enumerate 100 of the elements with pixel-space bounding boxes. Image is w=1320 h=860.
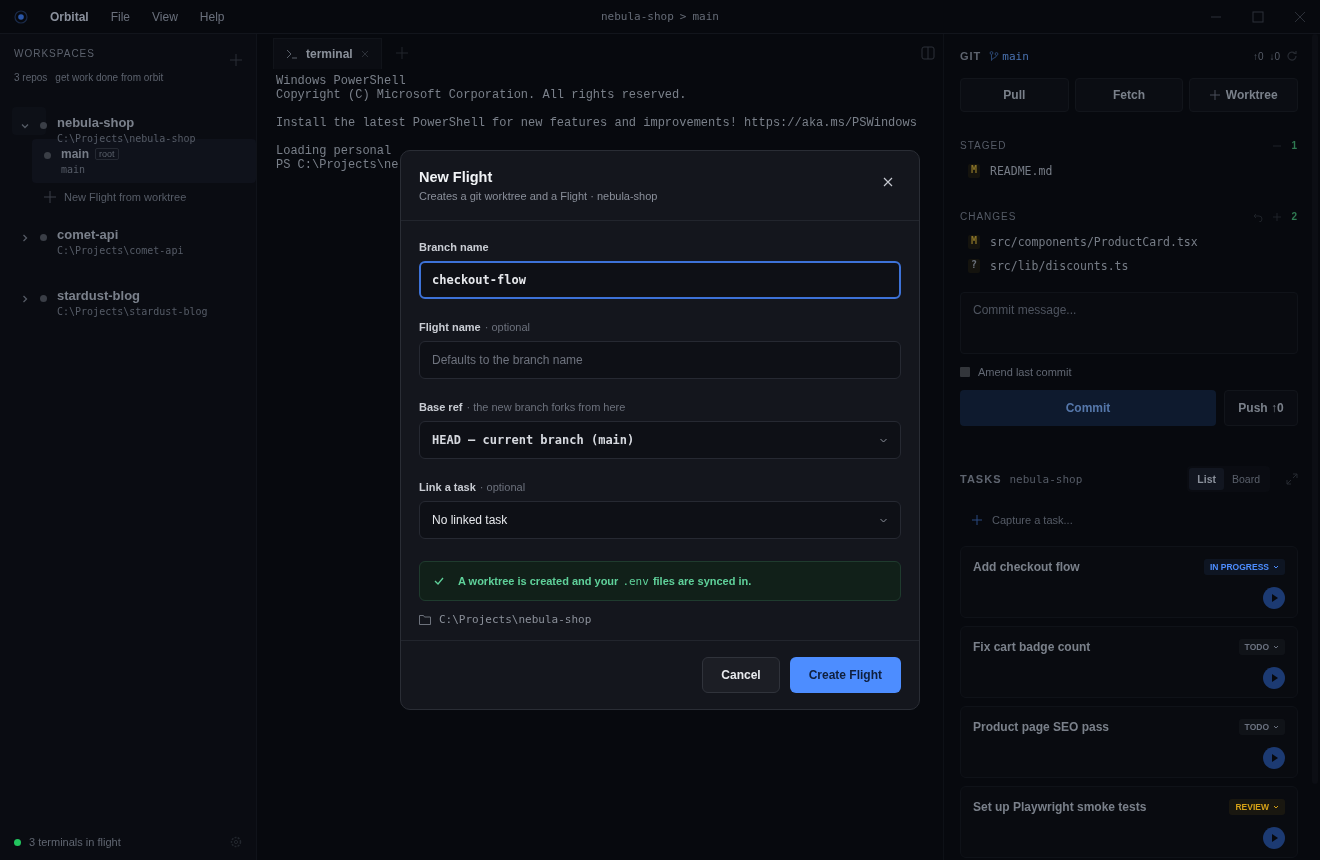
status-badge[interactable]: IN PROGRESS: [1203, 559, 1285, 575]
section-heading: GIT: [960, 50, 982, 62]
ahead-count: ↑0: [1252, 50, 1264, 62]
task-card[interactable]: Add checkout flow IN PROGRESS: [960, 546, 1298, 618]
branch-name: main: [692, 10, 719, 23]
field-hint: · optional: [484, 321, 530, 333]
menu-item[interactable]: View: [152, 9, 178, 24]
terminal-icon: [286, 48, 298, 59]
status-dot-icon: [40, 295, 47, 302]
dropdown[interactable]: HEAD — current branch (main): [419, 421, 901, 459]
cancel-button[interactable]: Cancel: [702, 657, 780, 693]
split-view-icon[interactable]: [921, 46, 935, 60]
dialog-title: New Flight: [419, 169, 494, 185]
terminal-line: Windows PowerShell: [276, 74, 407, 88]
dropdown[interactable]: No linked task: [419, 501, 901, 539]
section-heading: WORKSPACES: [14, 48, 95, 61]
repo-count: 3 repos: [14, 72, 48, 83]
plus-icon[interactable]: [230, 54, 242, 66]
breadcrumb-separator: >: [679, 10, 687, 23]
dialog-subtitle: Creates a git worktree and a Flight · nebula-shop: [419, 190, 658, 202]
maximize-icon[interactable]: [1252, 10, 1264, 23]
menu-item[interactable]: File: [110, 9, 130, 24]
changed-file[interactable]: M README.md: [960, 159, 1298, 183]
chevron-right-icon[interactable]: [20, 233, 30, 243]
behind-count: ↓0: [1269, 50, 1280, 62]
chevron-right-icon[interactable]: [20, 294, 30, 304]
new-flight-link[interactable]: New Flight from worktree: [64, 191, 187, 203]
status-dot-icon: [40, 122, 47, 129]
terminal-line: Install the latest PowerShell for new features and improvements! https://aka.ms/PSWindows: [276, 116, 918, 130]
workspace-name[interactable]: nebula-shop: [57, 115, 196, 130]
tagline: get work done from orbit: [55, 72, 164, 83]
play-icon[interactable]: [1263, 587, 1285, 609]
terminal-line: Copyright (C) Microsoft Corporation. All rights reserved.: [276, 88, 688, 102]
field-label: Flight name: [419, 321, 481, 333]
section-heading: STAGED: [960, 140, 1007, 151]
menu-item[interactable]: Help: [199, 9, 225, 24]
plus-icon: [1209, 90, 1220, 100]
repo-name: nebula-shop: [601, 10, 674, 23]
plus-icon[interactable]: [972, 515, 982, 525]
terminal-tab[interactable]: terminal: [273, 37, 382, 69]
chevron-down-icon[interactable]: [20, 121, 30, 131]
workspace-path: C:\Projects\comet-api: [57, 245, 184, 256]
commit-message-field[interactable]: Commit message...: [960, 292, 1298, 354]
git-action-button[interactable]: Pull: [960, 78, 1069, 112]
settings-icon[interactable]: [230, 836, 242, 848]
git-action-button[interactable]: Fetch: [1074, 78, 1184, 112]
section-heading: CHANGES: [960, 211, 1017, 222]
text-field[interactable]: Defaults to the branch name: [419, 341, 901, 379]
field-label: Link a task: [419, 481, 476, 493]
task-card[interactable]: Product page SEO pass TODO: [960, 706, 1298, 778]
terminal-line: Loading personal: [276, 144, 393, 158]
checkbox[interactable]: [960, 367, 970, 377]
task-card[interactable]: Set up Playwright smoke tests REVIEW: [960, 786, 1298, 858]
view-tab[interactable]: Board: [1223, 468, 1268, 490]
undo-icon[interactable]: [1253, 211, 1264, 222]
terminal-line: PS C:\Projects\ne: [276, 158, 400, 172]
tab-label[interactable]: terminal: [306, 46, 353, 61]
play-icon[interactable]: [1263, 747, 1285, 769]
changed-file[interactable]: ? src/lib/discounts.ts: [960, 254, 1298, 278]
status-badge[interactable]: TODO: [1238, 719, 1285, 735]
branch-name: main: [1002, 49, 1029, 63]
refresh-icon[interactable]: [1286, 50, 1298, 62]
app-name: Orbital: [50, 9, 89, 24]
workspace-path: C:\Projects\stardust-blog: [57, 306, 208, 317]
create-button[interactable]: Create Flight: [789, 657, 901, 693]
branch-icon: [989, 50, 1000, 62]
changed-file[interactable]: M src/components/ProductCard.tsx: [960, 230, 1298, 254]
workspace-name[interactable]: comet-api: [57, 227, 184, 242]
task-title: Fix cart badge count: [973, 640, 1091, 654]
file-count: 1: [1291, 140, 1298, 151]
section-heading: TASKS: [960, 473, 1002, 485]
task-title: Add checkout flow: [973, 560, 1080, 574]
task-title: Product page SEO pass: [973, 720, 1110, 734]
field-label: Branch name: [419, 241, 489, 253]
repo-path: C:\Projects\nebula-shop: [439, 613, 592, 626]
push-button[interactable]: Push ↑0: [1224, 390, 1298, 426]
logo-icon: [14, 9, 28, 24]
folder-icon: [419, 614, 431, 625]
expand-icon[interactable]: [1286, 473, 1298, 485]
field-hint: · optional: [479, 481, 526, 493]
text-field[interactable]: checkout-flow: [419, 261, 901, 299]
task-card[interactable]: Fix cart badge count TODO: [960, 626, 1298, 698]
git-action-button[interactable]: Worktree: [1189, 78, 1298, 112]
view-tab[interactable]: List: [1189, 468, 1224, 490]
status-badge[interactable]: REVIEW: [1229, 799, 1285, 815]
file-count: 2: [1291, 211, 1298, 222]
status-badge[interactable]: TODO: [1238, 639, 1285, 655]
checkbox-label: Amend last commit: [978, 366, 1072, 378]
play-icon[interactable]: [1263, 667, 1285, 689]
field-label: Base ref: [419, 401, 463, 413]
task-title: Set up Playwright smoke tests: [973, 800, 1147, 814]
field-hint: · the new branch forks from here: [466, 401, 626, 413]
plus-icon[interactable]: [44, 191, 56, 203]
status-text: 3 terminals in flight: [29, 836, 121, 848]
play-icon[interactable]: [1263, 827, 1285, 849]
status-dot-icon: [40, 234, 47, 241]
capture-task-field[interactable]: Capture a task...: [992, 514, 1073, 526]
workspace-name[interactable]: stardust-blog: [57, 288, 208, 303]
repo-name: nebula-shop: [1009, 472, 1083, 486]
info-banner: A worktree is created and your .env files are synced in.: [419, 561, 901, 601]
